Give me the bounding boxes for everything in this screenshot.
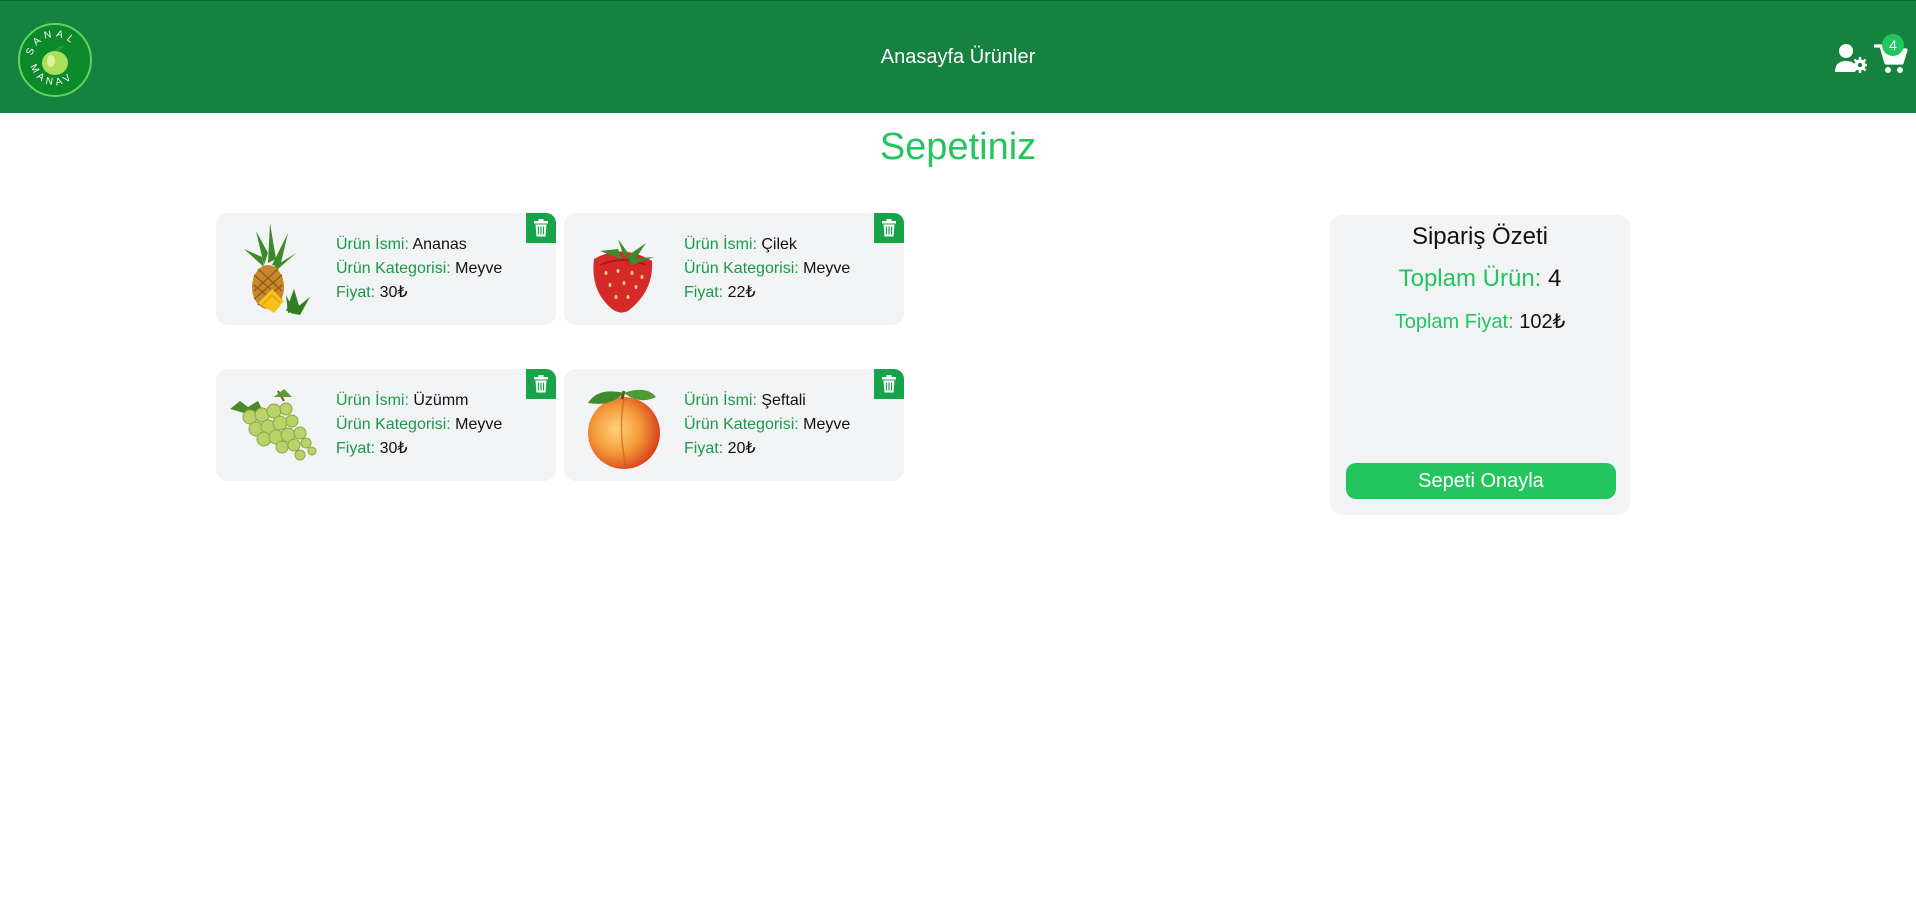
cart-item-card: Ürün İsmi: Üzümm Ürün Kategorisi: Meyve … <box>216 369 556 481</box>
item-price-label: Fiyat: <box>336 440 376 457</box>
main-nav: Anasayfa Ürünler <box>0 46 1916 69</box>
item-name-label: Ürün İsmi: <box>684 392 757 409</box>
total-price-label: Toplam Fiyat: <box>1394 311 1514 333</box>
item-category: Meyve <box>455 260 503 277</box>
order-summary-panel: Sipariş Özeti Toplam Ürün: 4 Toplam Fiya… <box>1330 215 1630 515</box>
trash-icon <box>534 375 548 393</box>
item-price: 22₺ <box>727 284 756 301</box>
user-gear-icon[interactable] <box>1835 43 1867 73</box>
item-info: Ürün İsmi: Ananas Ürün Kategorisi: Meyve… <box>336 233 502 305</box>
item-category: Meyve <box>455 416 503 433</box>
pineapple-image <box>244 223 310 315</box>
item-name: Şeftali <box>761 392 806 409</box>
item-price-label: Fiyat: <box>336 284 376 301</box>
total-items-value: 4 <box>1548 265 1562 292</box>
item-category-label: Ürün Kategorisi: <box>336 416 451 433</box>
confirm-cart-button[interactable]: Sepeti Onayla <box>1346 463 1616 499</box>
total-price-row: Toplam Fiyat: 102₺ <box>1330 309 1630 334</box>
item-name-label: Ürün İsmi: <box>336 236 409 253</box>
item-info: Ürün İsmi: Üzümm Ürün Kategorisi: Meyve … <box>336 389 502 461</box>
item-category-label: Ürün Kategorisi: <box>684 260 799 277</box>
item-info: Ürün İsmi: Çilek Ürün Kategorisi: Meyve … <box>684 233 850 305</box>
delete-item-button[interactable] <box>526 369 556 399</box>
cart-item-card: Ürün İsmi: Şeftali Ürün Kategorisi: Meyv… <box>564 369 904 481</box>
strawberry-image <box>593 239 654 313</box>
item-category-label: Ürün Kategorisi: <box>684 416 799 433</box>
item-category: Meyve <box>803 260 851 277</box>
top-navbar: SANAL MANAV Anasayfa Ürünler 4 <box>0 0 1916 113</box>
delete-item-button[interactable] <box>874 369 904 399</box>
item-info: Ürün İsmi: Şeftali Ürün Kategorisi: Meyv… <box>684 389 850 461</box>
cart-item-card: Ürün İsmi: Ananas Ürün Kategorisi: Meyve… <box>216 213 556 325</box>
item-name: Çilek <box>761 236 797 253</box>
cart-item-card: Ürün İsmi: Çilek Ürün Kategorisi: Meyve … <box>564 213 904 325</box>
total-items-row: Toplam Ürün: 4 <box>1330 265 1630 293</box>
item-price-label: Fiyat: <box>684 440 724 457</box>
item-category-label: Ürün Kategorisi: <box>336 260 451 277</box>
total-price-value: 102₺ <box>1519 311 1566 333</box>
item-name: Ananas <box>412 236 467 253</box>
nav-products-link[interactable]: Ürünler <box>970 46 1036 68</box>
delete-item-button[interactable] <box>526 213 556 243</box>
trash-icon <box>882 219 896 237</box>
total-items-label: Toplam Ürün: <box>1398 265 1542 292</box>
item-name: Üzümm <box>413 392 469 409</box>
trash-icon <box>882 375 896 393</box>
item-price: 30₺ <box>379 440 408 457</box>
trash-icon <box>534 219 548 237</box>
order-summary-title: Sipariş Özeti <box>1411 223 1549 250</box>
nav-home-link[interactable]: Anasayfa <box>881 46 964 68</box>
page-title: Sepetiniz <box>879 126 1037 168</box>
item-price: 20₺ <box>727 440 756 457</box>
cart-count-badge: 4 <box>1882 34 1904 56</box>
delete-item-button[interactable] <box>874 213 904 243</box>
grapes-image <box>230 389 317 461</box>
item-category: Meyve <box>803 416 851 433</box>
item-price: 30₺ <box>379 284 408 301</box>
item-price-label: Fiyat: <box>684 284 724 301</box>
item-name-label: Ürün İsmi: <box>684 236 757 253</box>
peach-image <box>588 389 660 469</box>
item-name-label: Ürün İsmi: <box>336 392 409 409</box>
